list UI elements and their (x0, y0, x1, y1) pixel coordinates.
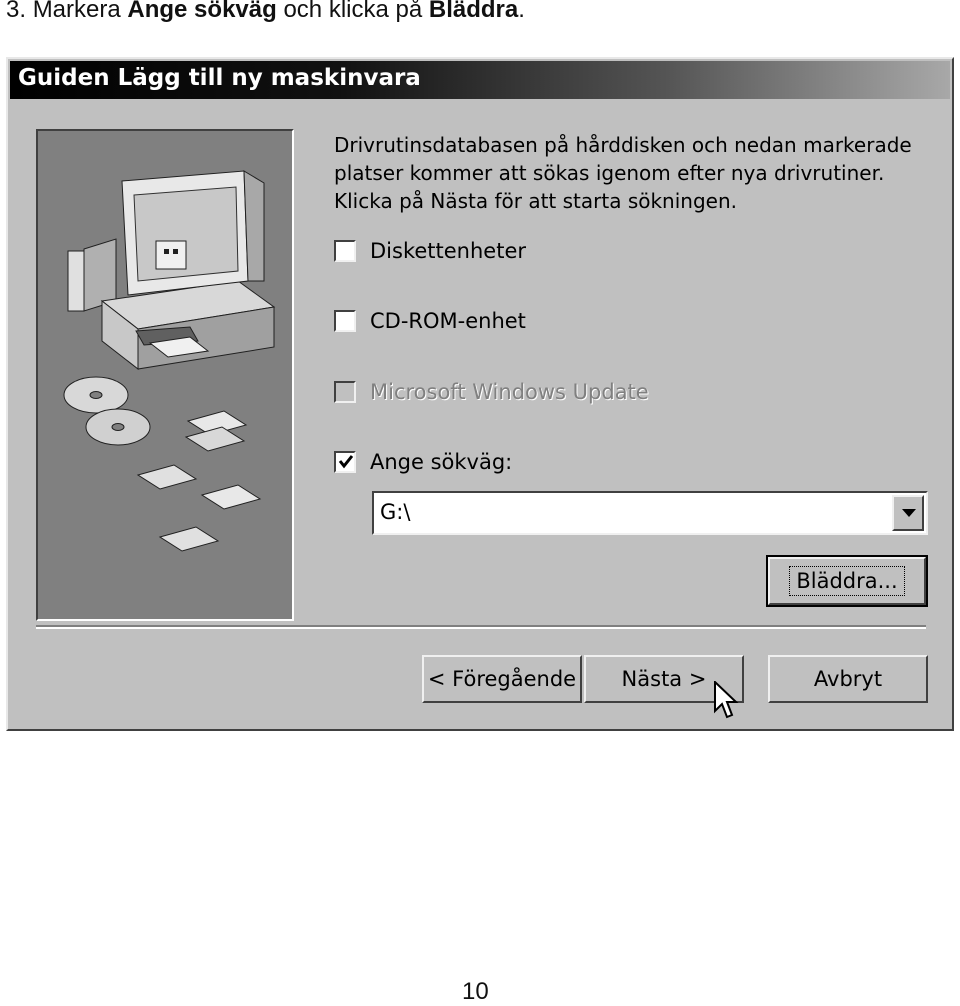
instruction-middle: och klicka på (283, 0, 423, 23)
checkbox-floppy-label[interactable]: Diskettenheter (370, 239, 526, 263)
next-button-label: Nästa > (621, 667, 707, 691)
checkmark-icon (338, 455, 354, 469)
checkbox-windows-update-row: Microsoft Windows Update (334, 378, 649, 406)
instruction-number: 3. (6, 0, 27, 23)
description-line: Drivrutinsdatabasen på hårddisken och ne… (334, 133, 912, 157)
wizard-side-panel (36, 129, 294, 621)
path-combo-value[interactable]: G:\ (380, 500, 410, 524)
checkbox-specify-path[interactable] (334, 451, 356, 473)
cancel-button[interactable]: Avbryt (768, 655, 928, 703)
back-button[interactable]: < Föregående (422, 655, 582, 703)
checkbox-floppy[interactable] (334, 240, 356, 262)
browse-button-label: Bläddra... (789, 566, 905, 596)
instruction-suffix: . (518, 0, 525, 23)
checkbox-cdrom[interactable] (334, 310, 356, 332)
checkbox-specify-path-label[interactable]: Ange sökväg: (370, 450, 512, 474)
button-separator (36, 625, 926, 629)
instruction-prefix: Markera (32, 0, 121, 23)
checkbox-specify-path-row[interactable]: Ange sökväg: (334, 448, 512, 476)
browse-button[interactable]: Bläddra... (766, 555, 928, 607)
checkbox-cdrom-label[interactable]: CD-ROM-enhet (370, 309, 526, 333)
back-button-label: < Föregående (427, 667, 577, 691)
dropdown-arrow-icon (902, 509, 916, 517)
description-line: Klicka på Nästa för att starta sökningen… (334, 189, 737, 213)
instruction-text: 3. Markera Ange sökväg och klicka på Blä… (6, 0, 525, 24)
path-combo-box[interactable]: G:\ (372, 491, 928, 535)
instruction-field-name: Ange sökväg (127, 0, 277, 23)
title-bar[interactable]: Guiden Lägg till ny maskinvara (10, 61, 950, 99)
add-hardware-wizard-dialog: Guiden Lägg till ny maskinvara Drivrutin… (6, 57, 954, 731)
dialog-title: Guiden Lägg till ny maskinvara (18, 65, 421, 91)
floppy-disks-illustration (136, 410, 262, 552)
computer-cd-floppy-illustration (63, 170, 276, 552)
mouse-pointer-icon (714, 681, 739, 719)
wizard-description: Drivrutinsdatabasen på hårddisken och ne… (334, 131, 944, 215)
page-number: 10 (462, 978, 489, 1005)
description-line: platser kommer att sökas igenom efter ny… (334, 161, 885, 185)
checkbox-cdrom-row[interactable]: CD-ROM-enhet (334, 307, 526, 335)
computer-illustration (67, 170, 276, 371)
combo-dropdown-button[interactable] (892, 495, 924, 531)
checkbox-windows-update-label: Microsoft Windows Update (370, 380, 649, 404)
checkbox-windows-update (334, 381, 356, 403)
checkbox-floppy-row[interactable]: Diskettenheter (334, 237, 526, 265)
cd-discs-illustration (63, 376, 151, 446)
instruction-button-name: Bläddra (428, 0, 519, 23)
cancel-button-label: Avbryt (813, 667, 883, 691)
